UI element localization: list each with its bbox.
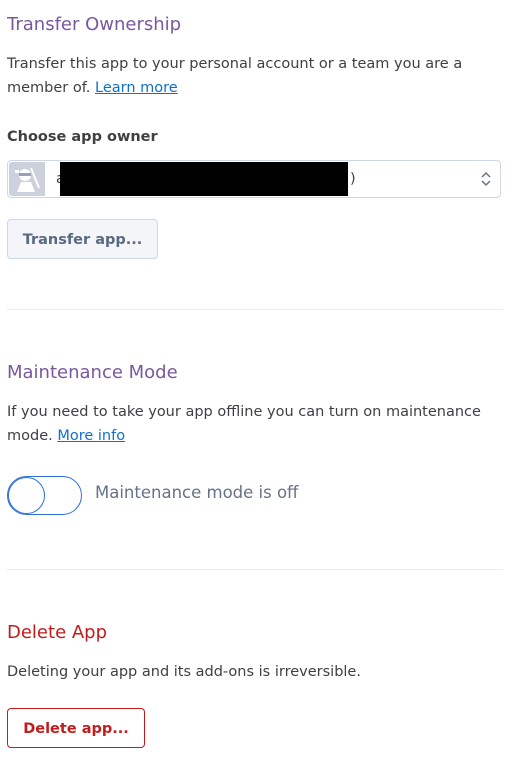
section-divider [7, 569, 503, 570]
maintenance-mode-toggle[interactable] [7, 476, 82, 515]
maintenance-mode-section: Maintenance Mode [7, 361, 503, 385]
transfer-ownership-section: Transfer Ownership [7, 13, 503, 37]
delete-app-section: Delete App [7, 621, 503, 645]
chevron-up-down-icon [480, 170, 492, 188]
transfer-description-text: Transfer this app to your personal accou… [7, 56, 463, 96]
app-owner-select[interactable]: a ) [7, 160, 501, 198]
maintenance-mode-status: Maintenance mode is off [95, 483, 299, 502]
more-info-link[interactable]: More info [57, 428, 125, 444]
learn-more-link[interactable]: Learn more [95, 80, 178, 96]
choose-app-owner-label: Choose app owner [7, 129, 158, 145]
section-divider [7, 309, 503, 310]
delete-app-title: Delete App [7, 622, 108, 643]
owner-label-wrap: Choose app owner [7, 126, 503, 145]
transfer-ownership-title: Transfer Ownership [7, 14, 182, 35]
delete-app-button[interactable]: Delete app... [7, 708, 145, 748]
redacted-owner-name [60, 162, 348, 196]
transfer-app-button[interactable]: Transfer app... [7, 219, 158, 259]
selected-owner-suffix: ) [350, 171, 356, 187]
transfer-description: Transfer this app to your personal accou… [7, 52, 503, 100]
toggle-knob [8, 477, 45, 514]
delete-description-text: Deleting your app and its add-ons is irr… [7, 664, 361, 680]
ninja-avatar-icon [9, 162, 45, 196]
maintenance-description: If you need to take your app offline you… [7, 400, 503, 448]
maintenance-mode-title: Maintenance Mode [7, 362, 178, 383]
delete-description: Deleting your app and its add-ons is irr… [7, 660, 503, 684]
